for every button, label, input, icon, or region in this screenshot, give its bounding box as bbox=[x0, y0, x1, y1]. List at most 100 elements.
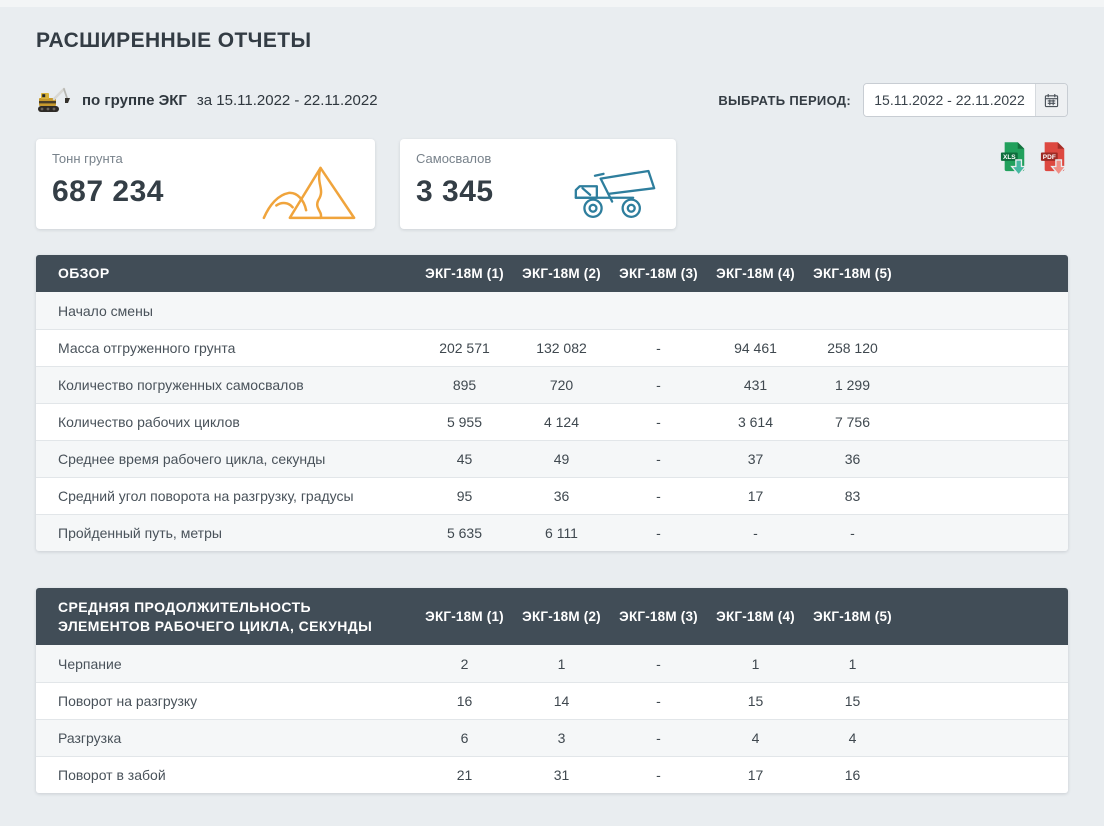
cell-value: - bbox=[610, 488, 707, 504]
export-pdf-button[interactable]: PDF bbox=[1040, 141, 1068, 177]
calendar-icon bbox=[1044, 93, 1059, 108]
cycle-duration-table: СРЕДНЯЯ ПРОДОЛЖИТЕЛЬНОСТЬ ЭЛЕМЕНТОВ РАБО… bbox=[36, 588, 1068, 793]
cell-value: 1 299 bbox=[804, 377, 901, 393]
cell-value: 95 bbox=[416, 488, 513, 504]
dump-truck-icon bbox=[572, 163, 658, 221]
table-row: Пройденный путь, метры5 6356 111--- bbox=[36, 514, 1068, 551]
cell-value: 17 bbox=[707, 488, 804, 504]
row-label: Черпание bbox=[36, 656, 416, 672]
column-header: ЭКГ-18М (2) bbox=[513, 266, 610, 281]
stat-label: Самосвалов bbox=[416, 151, 494, 166]
table-row: Среднее время рабочего цикла, секунды454… bbox=[36, 440, 1068, 477]
row-label: Поворот на разгрузку bbox=[36, 693, 416, 709]
cell-value: 6 111 bbox=[513, 525, 610, 541]
cell-value: 15 bbox=[707, 693, 804, 709]
cell-value: 431 bbox=[707, 377, 804, 393]
table-title: ОБЗОР bbox=[36, 264, 416, 283]
stat-cards-row: Тонн грунта 687 234 Самосвалов 3 345 bbox=[36, 139, 1068, 229]
cell-value: - bbox=[610, 730, 707, 746]
stat-value: 3 345 bbox=[416, 175, 494, 209]
cell-value: - bbox=[804, 525, 901, 541]
cell-value: 17 bbox=[707, 767, 804, 783]
calendar-button[interactable] bbox=[1035, 84, 1067, 116]
cell-value: 258 120 bbox=[804, 340, 901, 356]
period-date-group bbox=[863, 83, 1068, 117]
cell-value: 21 bbox=[416, 767, 513, 783]
cell-value: - bbox=[610, 656, 707, 672]
table-row: Черпание21-11 bbox=[36, 645, 1068, 682]
row-label: Начало смены bbox=[36, 303, 416, 319]
table-row: Масса отгруженного грунта202 571132 082-… bbox=[36, 329, 1068, 366]
column-header: ЭКГ-18М (1) bbox=[416, 609, 513, 624]
table-header: ОБЗОР ЭКГ-18М (1) ЭКГ-18М (2) ЭКГ-18М (3… bbox=[36, 255, 1068, 292]
overview-table: ОБЗОР ЭКГ-18М (1) ЭКГ-18М (2) ЭКГ-18М (3… bbox=[36, 255, 1068, 551]
row-label: Поворот в забой bbox=[36, 767, 416, 783]
cell-value: 5 955 bbox=[416, 414, 513, 430]
svg-text:PDF: PDF bbox=[1043, 154, 1056, 161]
cell-value: 202 571 bbox=[416, 340, 513, 356]
cell-value: 1 bbox=[707, 656, 804, 672]
table-row: Начало смены bbox=[36, 292, 1068, 329]
stat-card-tons: Тонн грунта 687 234 bbox=[36, 139, 375, 229]
cell-value: - bbox=[610, 693, 707, 709]
export-xls-button[interactable]: XLS bbox=[1000, 141, 1028, 177]
cell-value: - bbox=[610, 451, 707, 467]
cell-value: 31 bbox=[513, 767, 610, 783]
cell-value: 6 bbox=[416, 730, 513, 746]
cell-value: 3 614 bbox=[707, 414, 804, 430]
pdf-download-icon: PDF bbox=[1040, 165, 1068, 180]
cell-value: 3 bbox=[513, 730, 610, 746]
cell-value: - bbox=[610, 767, 707, 783]
cell-value: 7 756 bbox=[804, 414, 901, 430]
table-row: Количество погруженных самосвалов895720-… bbox=[36, 366, 1068, 403]
page-title: РАСШИРЕННЫЕ ОТЧЕТЫ bbox=[36, 29, 1068, 53]
reports-page: РАСШИРЕННЫЕ ОТЧЕТЫ по группе ЭКГ за 15.1… bbox=[0, 29, 1104, 793]
report-scope: по группе ЭКГ за 15.11.2022 - 22.11.2022 bbox=[36, 86, 378, 114]
table-header: СРЕДНЯЯ ПРОДОЛЖИТЕЛЬНОСТЬ ЭЛЕМЕНТОВ РАБО… bbox=[36, 588, 1068, 645]
column-header: ЭКГ-18М (1) bbox=[416, 266, 513, 281]
table-row: Поворот на разгрузку1614-1515 bbox=[36, 682, 1068, 719]
cell-value: - bbox=[610, 377, 707, 393]
cell-value: 16 bbox=[804, 767, 901, 783]
cell-value: 2 bbox=[416, 656, 513, 672]
table-row: Разгрузка63-44 bbox=[36, 719, 1068, 756]
cell-value: 1 bbox=[804, 656, 901, 672]
cell-value: - bbox=[610, 525, 707, 541]
page-top-strip bbox=[0, 0, 1104, 7]
cell-value: 36 bbox=[513, 488, 610, 504]
svg-text:XLS: XLS bbox=[1003, 154, 1016, 161]
cell-value: - bbox=[610, 340, 707, 356]
period-picker: ВЫБРАТЬ ПЕРИОД: bbox=[718, 83, 1068, 117]
table-body: Начало смены Масса отгруженного грунта202… bbox=[36, 292, 1068, 551]
excavator-photo-icon bbox=[36, 86, 72, 114]
table-body: Черпание21-11Поворот на разгрузку1614-15… bbox=[36, 645, 1068, 793]
row-label: Разгрузка bbox=[36, 730, 416, 746]
report-period-label: за 15.11.2022 - 22.11.2022 bbox=[197, 92, 378, 109]
table-row: Средний угол поворота на разгрузку, град… bbox=[36, 477, 1068, 514]
cell-value: 36 bbox=[804, 451, 901, 467]
table-row: Количество рабочих циклов5 9554 124-3 61… bbox=[36, 403, 1068, 440]
cell-value: 16 bbox=[416, 693, 513, 709]
stat-value: 687 234 bbox=[52, 175, 164, 209]
cell-value: 14 bbox=[513, 693, 610, 709]
cell-value: - bbox=[707, 525, 804, 541]
report-subheader: по группе ЭКГ за 15.11.2022 - 22.11.2022… bbox=[36, 83, 1068, 117]
cell-value: 94 461 bbox=[707, 340, 804, 356]
column-header: ЭКГ-18М (4) bbox=[707, 609, 804, 624]
column-header: ЭКГ-18М (4) bbox=[707, 266, 804, 281]
cell-value: 15 bbox=[804, 693, 901, 709]
cell-value: 132 082 bbox=[513, 340, 610, 356]
column-header: ЭКГ-18М (3) bbox=[610, 609, 707, 624]
table-title: СРЕДНЯЯ ПРОДОЛЖИТЕЛЬНОСТЬ ЭЛЕМЕНТОВ РАБО… bbox=[36, 598, 416, 636]
row-label: Количество рабочих циклов bbox=[36, 414, 416, 430]
stat-card-trucks: Самосвалов 3 345 bbox=[400, 139, 676, 229]
row-label: Среднее время рабочего цикла, секунды bbox=[36, 451, 416, 467]
row-label: Средний угол поворота на разгрузку, град… bbox=[36, 488, 416, 504]
period-input[interactable] bbox=[864, 84, 1035, 116]
row-label: Масса отгруженного грунта bbox=[36, 340, 416, 356]
export-buttons: XLS PDF bbox=[1000, 139, 1068, 177]
cell-value: 895 bbox=[416, 377, 513, 393]
cell-value: 720 bbox=[513, 377, 610, 393]
column-header: ЭКГ-18М (5) bbox=[804, 266, 901, 281]
stat-label: Тонн грунта bbox=[52, 151, 164, 166]
